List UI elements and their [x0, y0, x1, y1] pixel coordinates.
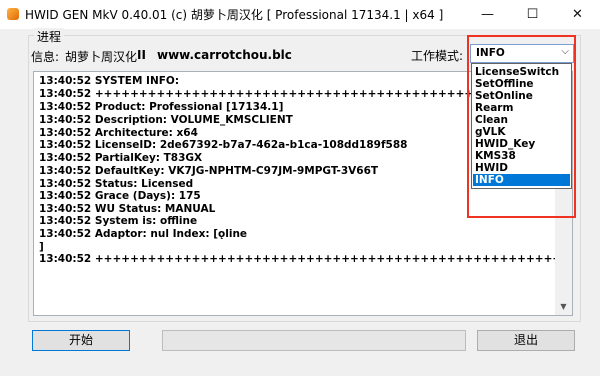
window-title: HWID GEN MkV 0.40.01 (c) 胡萝卜周汉化 [ Profes…	[25, 8, 444, 22]
log-line: 13:40:52 Status: Licensed	[39, 178, 194, 190]
start-button[interactable]: 开始	[32, 330, 130, 351]
info-separator: II	[137, 48, 146, 62]
progress-bar	[162, 330, 466, 351]
group-label: 进程	[34, 28, 65, 45]
log-line: 13:40:52 System is: offline	[39, 215, 198, 227]
close-button[interactable]: ✕	[555, 0, 600, 29]
log-line: 13:40:52 Description: VOLUME_KMSCLIENT	[39, 114, 293, 126]
title-bar: HWID GEN MkV 0.40.01 (c) 胡萝卜周汉化 [ Profes…	[0, 0, 600, 29]
log-line: 13:40:52 LicenseID: 2de67392-b7a7-462a-b…	[39, 139, 408, 151]
maximize-button[interactable]: ☐	[510, 0, 555, 29]
log-line: 13:40:52 Architecture: x64	[39, 127, 198, 139]
exit-button[interactable]: 退出	[477, 330, 575, 351]
log-line: 13:40:52 +++++++++++++++++++++++++++++++…	[39, 253, 572, 265]
highlight-box	[467, 35, 576, 218]
log-line: 13:40:52 Adaptor: nul Index: [ǫline	[39, 228, 248, 240]
info-value: 胡萝卜周汉化	[65, 50, 138, 64]
log-line: 13:40:52 Product: Professional [17134.1]	[39, 101, 284, 113]
log-line: 13:40:52 DefaultKey: VK7JG-NPHTM-C97JM-9…	[39, 165, 379, 177]
scroll-down-icon[interactable]: ▼	[555, 298, 572, 315]
log-line: ]	[39, 241, 44, 253]
minimize-button[interactable]: —	[465, 0, 510, 29]
log-line: 13:40:52 Grace (Days): 175	[39, 190, 201, 202]
log-line: 13:40:52 WU Status: MANUAL	[39, 203, 216, 215]
log-line: 13:40:52 PartialKey: T83GX	[39, 152, 203, 164]
app-icon	[7, 8, 19, 20]
info-label: 信息:	[31, 50, 60, 64]
info-url: www.carrotchou.blc	[157, 48, 292, 62]
mode-label: 工作模式:	[411, 49, 464, 63]
log-line: 13:40:52 SYSTEM INFO:	[39, 75, 180, 87]
